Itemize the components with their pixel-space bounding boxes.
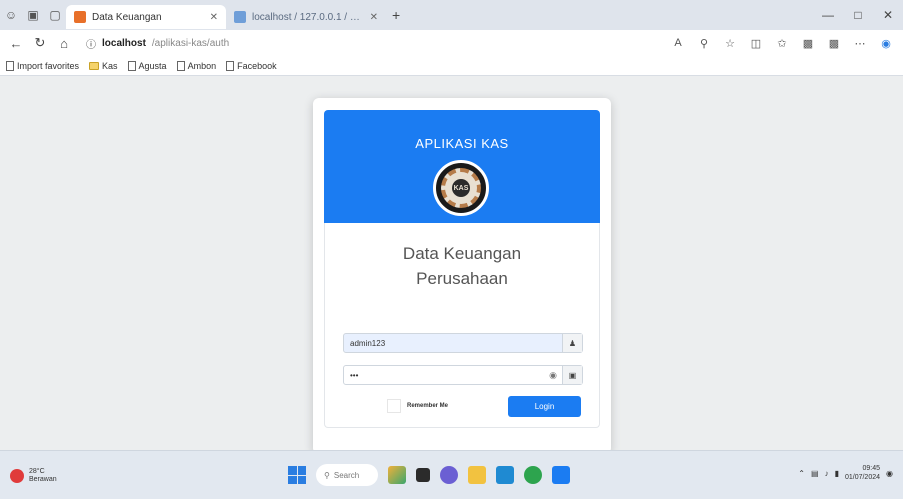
network-icon[interactable]: ▤ [811, 469, 819, 478]
tab-data-keuangan[interactable]: Data Keuangan ✕ [66, 5, 226, 29]
url-path: /aplikasi-kas/auth [151, 37, 230, 49]
refresh-icon[interactable]: ↻ [30, 33, 50, 53]
remember-checkbox[interactable] [387, 399, 401, 413]
username-input[interactable] [344, 334, 562, 352]
windows-start-icon[interactable] [288, 466, 306, 484]
maximize-icon[interactable]: □ [843, 0, 873, 30]
battery-icon[interactable]: ▮ [835, 469, 839, 478]
chrome-icon[interactable] [524, 466, 542, 484]
close-tab-icon[interactable]: ✕ [370, 12, 378, 23]
new-tab-button[interactable]: + [392, 7, 400, 23]
home-icon[interactable]: ⌂ [54, 33, 74, 53]
tab-favicon-icon [234, 11, 246, 23]
favorite-agusta[interactable]: Agusta [127, 60, 167, 71]
more-menu-icon[interactable]: ⋯ [849, 33, 871, 53]
tray-chevron-icon[interactable]: ⌃ [798, 469, 805, 478]
url-field[interactable]: ⓘ localhost /aplikasi-kas/auth [78, 33, 663, 53]
page-icon [127, 60, 136, 71]
favorites-icon[interactable]: ✩ [771, 33, 793, 53]
favorite-star-icon[interactable]: ☆ [719, 33, 741, 53]
url-host: localhost [102, 37, 146, 49]
taskbar: 28°C Berawan ⚲ Search ⌃ ▤ ♪ ▮ 09:45 01/0… [0, 450, 903, 499]
remember-label: Remember Me [407, 403, 449, 409]
page-icon [6, 60, 14, 71]
close-tab-icon[interactable]: ✕ [210, 12, 218, 23]
teams-icon[interactable] [440, 466, 458, 484]
favorite-ambon[interactable]: Ambon [176, 60, 216, 71]
read-aloud-icon[interactable]: A [667, 33, 689, 53]
lock-icon: ▣ [562, 366, 582, 384]
weather-temp: 28°C [29, 468, 45, 475]
favorites-bar: Import favorites Kas Agusta Ambon Facebo… [0, 56, 903, 76]
info-icon[interactable]: ⓘ [86, 36, 96, 51]
file-explorer-icon[interactable] [468, 466, 486, 484]
login-card-header: APLIKASI KAS KAS [324, 110, 600, 223]
collections-icon[interactable]: ▩ [797, 33, 819, 53]
company-logo: KAS [433, 160, 489, 216]
profile-icon[interactable]: ☺ [0, 4, 22, 26]
weather-icon [10, 469, 24, 483]
login-card: APLIKASI KAS KAS Data Keuangan Perusahaa… [313, 98, 611, 454]
address-bar-row: ← ↻ ⌂ ⓘ localhost /aplikasi-kas/auth A ⚲… [0, 30, 903, 56]
close-window-icon[interactable]: ✕ [873, 0, 903, 30]
login-button[interactable]: Login [508, 396, 581, 417]
taskbar-apps: ⚲ Search [288, 464, 570, 486]
username-field-group: ♟ [343, 333, 583, 353]
tab-actions-icon[interactable]: ▢ [44, 4, 66, 26]
logo-ring: KAS [441, 168, 481, 208]
favorite-facebook[interactable]: Facebook [226, 60, 277, 71]
taskbar-search[interactable]: ⚲ Search [316, 464, 378, 486]
edge-icon[interactable] [552, 466, 570, 484]
zoom-icon[interactable]: ⚲ [693, 33, 715, 53]
vscode-icon[interactable] [496, 466, 514, 484]
clock[interactable]: 09:45 01/07/2024 [845, 464, 880, 482]
heading-line-1: Data Keuangan [402, 244, 522, 263]
back-arrow-icon[interactable]: ← [6, 33, 26, 53]
logo-core: KAS [452, 179, 470, 197]
heading-line-2: Perusahaan [416, 269, 508, 288]
clock-date: 01/07/2024 [844, 474, 881, 481]
extensions-icon[interactable]: ▩ [823, 33, 845, 53]
copilot-icon[interactable]: ◉ [875, 33, 897, 53]
volume-icon[interactable]: ♪ [825, 469, 829, 478]
remember-me[interactable]: Remember Me [387, 399, 448, 413]
show-password-icon[interactable]: ◉ [544, 366, 562, 384]
notification-icon[interactable]: ◉ [886, 469, 893, 478]
search-placeholder: Search [333, 470, 360, 480]
user-icon: ♟ [562, 334, 582, 352]
task-view-icon[interactable] [416, 468, 430, 482]
widgets-app-icon[interactable] [388, 466, 406, 484]
favorite-import[interactable]: Import favorites [6, 60, 79, 71]
tab-phpmyadmin[interactable]: localhost / 127.0.0.1 / db_kas | ... ✕ [226, 5, 386, 29]
page-icon [226, 60, 235, 71]
page-heading: Data Keuangan Perusahaan [325, 241, 599, 291]
split-screen-icon[interactable]: ◫ [745, 33, 767, 53]
tab-title: Data Keuangan [92, 11, 162, 23]
favorite-kas[interactable]: Kas [89, 61, 118, 71]
browser-tab-strip: ☺ ▣ ▢ Data Keuangan ✕ localhost / 127.0.… [0, 0, 903, 30]
minimize-icon[interactable]: — [813, 0, 843, 30]
password-input[interactable] [344, 366, 544, 384]
system-tray: ⌃ ▤ ♪ ▮ 09:45 01/07/2024 ◉ [798, 464, 893, 482]
workspaces-icon[interactable]: ▣ [22, 4, 44, 26]
app-title: APLIKASI KAS [415, 136, 509, 151]
tab-favicon-icon [74, 11, 86, 23]
clock-time: 09:45 [862, 465, 881, 472]
window-controls: — □ ✕ [813, 0, 903, 30]
folder-icon [89, 61, 100, 70]
page-icon [176, 60, 185, 71]
weather-desc: Berawan [29, 476, 57, 483]
page-content: APLIKASI KAS KAS Data Keuangan Perusahaa… [0, 76, 903, 454]
tab-title: localhost / 127.0.0.1 / db_kas | ... [252, 11, 364, 23]
weather-widget[interactable]: 28°C Berawan [10, 468, 57, 484]
password-field-group: ◉ ▣ [343, 365, 583, 385]
search-icon: ⚲ [324, 470, 330, 480]
login-form: Data Keuangan Perusahaan ♟ ◉ ▣ Remember … [324, 223, 600, 428]
